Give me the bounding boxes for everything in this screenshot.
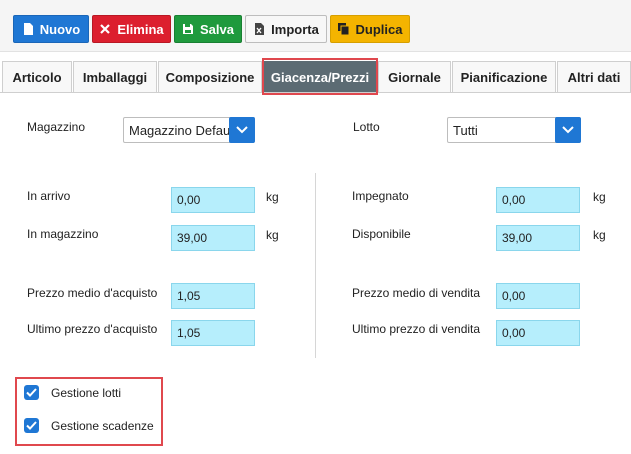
new-button[interactable]: Nuovo: [13, 15, 89, 43]
tab-label: Composizione: [165, 69, 255, 85]
impegnato-unit: kg: [593, 190, 606, 204]
import-button[interactable]: Importa: [245, 15, 327, 43]
tab-label: Giacenza/Prezzi: [270, 69, 370, 85]
check-icon: [26, 388, 37, 397]
tab-pianificazione[interactable]: Pianificazione: [452, 61, 556, 92]
gestione-scadenze-checkbox[interactable]: [24, 418, 39, 433]
tab-giacenza-prezzi[interactable]: Giacenza/Prezzi: [264, 61, 376, 92]
column-divider: [315, 173, 316, 358]
tab-label: Imballaggi: [82, 69, 148, 85]
disponibile-unit: kg: [593, 228, 606, 242]
gestione-scadenze-label: Gestione scadenze: [51, 418, 154, 433]
tab-bar: Articolo Imballaggi Composizione Giacenz…: [0, 58, 631, 93]
in-arrivo-label: In arrivo: [27, 189, 71, 203]
save-button[interactable]: Salva: [174, 15, 242, 43]
lotto-select[interactable]: Tutti: [447, 117, 581, 143]
delete-button-label: Elimina: [117, 21, 164, 37]
in-magazzino-field[interactable]: 39,00: [171, 225, 255, 251]
tab-label: Giornale: [388, 69, 441, 85]
gestione-scadenze-row[interactable]: Gestione scadenze: [24, 418, 154, 433]
import-button-label: Importa: [271, 21, 319, 37]
ultimo-prezzo-vendita-field[interactable]: 0,00: [496, 320, 580, 346]
copy-icon: [337, 23, 350, 35]
gestione-lotti-row[interactable]: Gestione lotti: [24, 385, 121, 400]
in-arrivo-unit: kg: [266, 190, 279, 204]
in-magazzino-unit: kg: [266, 228, 279, 242]
new-button-label: Nuovo: [39, 21, 81, 37]
close-icon: [100, 24, 111, 34]
ultimo-prezzo-acquisto-field[interactable]: 1,05: [171, 320, 255, 346]
prezzo-medio-acquisto-label: Prezzo medio d'acquisto: [27, 286, 158, 300]
duplicate-button[interactable]: Duplica: [330, 15, 410, 43]
chevron-down-icon[interactable]: [555, 117, 581, 143]
toolbar: Nuovo Elimina Salva Importa Duplica: [0, 0, 631, 52]
tab-articolo[interactable]: Articolo: [2, 61, 72, 92]
disponibile-field[interactable]: 39,00: [496, 225, 580, 251]
ultimo-prezzo-vendita-label: Ultimo prezzo di vendita: [352, 322, 481, 336]
lotto-select-value: Tutti: [453, 122, 478, 138]
gestione-lotti-label: Gestione lotti: [51, 385, 122, 400]
floppy-icon: [183, 24, 193, 34]
tab-composizione[interactable]: Composizione: [158, 61, 262, 92]
tab-label: Pianificazione: [460, 69, 548, 85]
chevron-down-icon[interactable]: [229, 117, 255, 143]
document-icon: [23, 23, 33, 35]
delete-button[interactable]: Elimina: [92, 15, 171, 43]
tab-label: Articolo: [12, 69, 62, 85]
tab-imballaggi[interactable]: Imballaggi: [73, 61, 157, 92]
prezzo-medio-acquisto-field[interactable]: 1,05: [171, 283, 255, 309]
excel-icon: [255, 23, 265, 35]
ultimo-prezzo-acquisto-label: Ultimo prezzo d'acquisto: [27, 322, 158, 336]
impegnato-field[interactable]: 0,00: [496, 187, 580, 213]
magazzino-label: Magazzino: [27, 120, 86, 134]
magazzino-select-value: Magazzino Default: [129, 122, 229, 138]
prezzo-medio-vendita-label: Prezzo medio di vendita: [352, 286, 481, 300]
prezzo-medio-vendita-field[interactable]: 0,00: [496, 283, 580, 309]
tab-giornale[interactable]: Giornale: [378, 61, 451, 92]
tab-altri-dati[interactable]: Altri dati: [557, 61, 631, 92]
check-icon: [26, 421, 37, 430]
magazzino-select[interactable]: Magazzino Default: [123, 117, 255, 143]
disponibile-label: Disponibile: [352, 227, 411, 241]
in-arrivo-field[interactable]: 0,00: [171, 187, 255, 213]
duplicate-button-label: Duplica: [355, 21, 403, 37]
tab-label: Altri dati: [567, 69, 621, 85]
impegnato-label: Impegnato: [352, 189, 409, 203]
in-magazzino-label: In magazzino: [27, 227, 99, 241]
save-button-label: Salva: [200, 21, 234, 37]
lotto-label: Lotto: [353, 120, 380, 134]
gestione-lotti-checkbox[interactable]: [24, 385, 39, 400]
